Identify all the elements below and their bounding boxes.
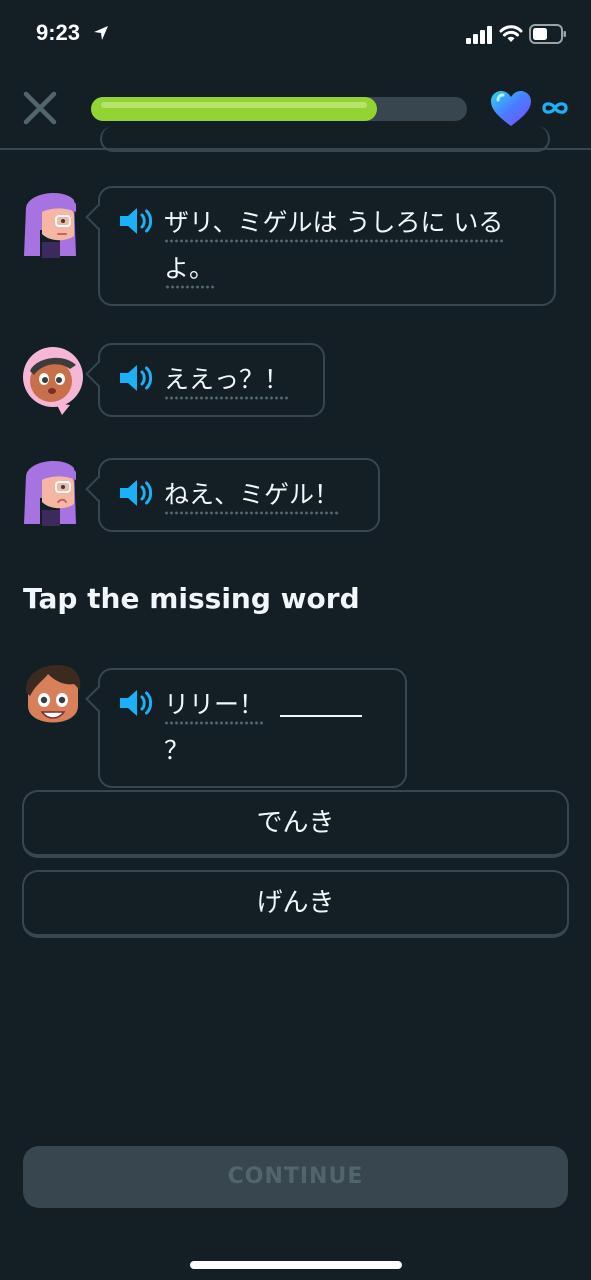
lily-avatar [24, 193, 76, 258]
heart-icon[interactable] [489, 90, 533, 128]
option-button[interactable]: げんき [22, 870, 569, 938]
bubble-tail [85, 476, 111, 502]
partial-previous-bubble [100, 126, 550, 152]
progress-fill [91, 97, 377, 121]
close-icon[interactable] [22, 90, 58, 126]
continue-button[interactable]: CONTINUE [23, 1146, 568, 1208]
message-bubble: ねえ、ミゲル！ [85, 458, 380, 532]
bubble-tail [85, 686, 111, 712]
miguel-avatar [25, 665, 81, 723]
option-button[interactable]: でんき [22, 790, 569, 858]
lesson-progress-bar [91, 97, 467, 121]
lily-avatar [24, 461, 76, 526]
missing-word-blank [280, 685, 363, 717]
prompt-bubble: リリー！ ？ [85, 668, 407, 788]
bubble-tail [85, 204, 111, 230]
instruction-heading: Tap the missing word [23, 582, 360, 615]
prompt-text-before[interactable]: リリー！ [164, 690, 265, 725]
bubble-tail [85, 361, 111, 387]
wifi-icon [499, 25, 523, 42]
message-bubble: ええっ？！ [85, 343, 325, 417]
battery-icon [529, 24, 566, 44]
status-bar: 9:23 [0, 0, 591, 70]
zari-avatar [23, 347, 83, 415]
message-text[interactable]: ねえ、ミゲル！ [164, 480, 340, 515]
home-indicator [190, 1261, 402, 1269]
cellular-signal-icon [466, 26, 492, 44]
speaker-icon[interactable] [118, 206, 154, 236]
speaker-icon[interactable] [118, 363, 154, 393]
speaker-icon[interactable] [118, 688, 154, 718]
message-text[interactable]: ザリ、ミゲルは うしろに いるよ。 [164, 208, 504, 289]
speaker-icon[interactable] [118, 478, 154, 508]
message-bubble: ザリ、ミゲルは うしろに いるよ。 [85, 186, 556, 306]
progress-shine [101, 102, 367, 108]
message-text[interactable]: ええっ？！ [164, 365, 290, 400]
location-arrow-icon [94, 26, 108, 40]
status-time: 9:23 [36, 20, 81, 45]
prompt-text-after: ？ [164, 736, 190, 765]
infinity-icon: ∞ [540, 98, 570, 118]
